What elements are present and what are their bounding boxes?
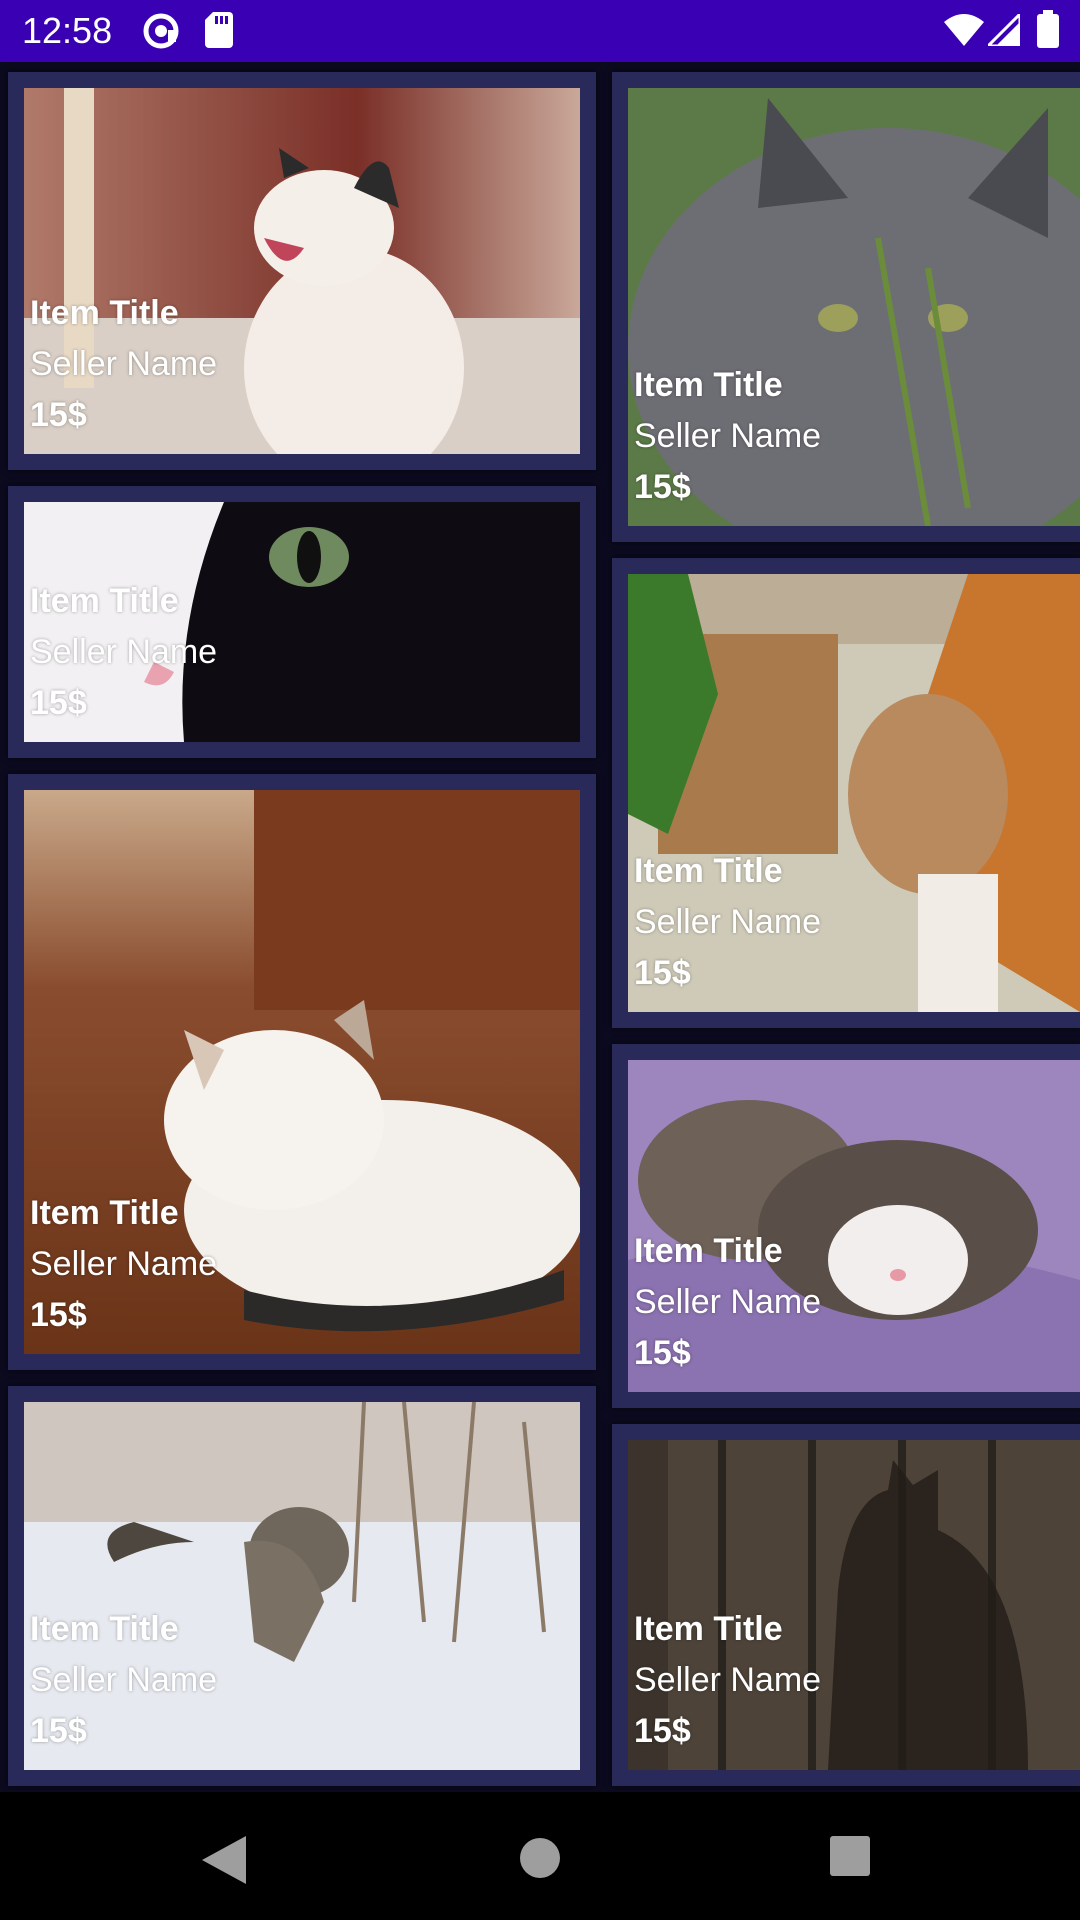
navigation-bar: [0, 1792, 1080, 1920]
item-price: 15$: [634, 468, 691, 506]
home-icon[interactable]: [520, 1838, 560, 1883]
item-seller: Seller Name: [634, 1283, 822, 1321]
item-price: 15$: [634, 1334, 691, 1372]
item-seller: Seller Name: [634, 903, 822, 941]
item-title: Item Title: [30, 1610, 179, 1648]
item-seller: Seller Name: [30, 345, 218, 383]
item-price: 15$: [30, 684, 87, 722]
items-grid[interactable]: Item Title Seller Name 15$ Item Title Se…: [0, 62, 1080, 1792]
item-title: Item Title: [30, 1194, 179, 1232]
item-card[interactable]: Item Title Seller Name 15$: [8, 1386, 596, 1786]
item-title: Item Title: [634, 1232, 783, 1270]
status-time: 12:58: [22, 10, 113, 51]
item-price: 15$: [634, 954, 691, 992]
item-seller: Seller Name: [634, 417, 822, 455]
item-title: Item Title: [634, 1610, 783, 1648]
item-price: 15$: [30, 1296, 87, 1334]
back-icon[interactable]: [202, 1836, 246, 1889]
battery-icon: [1037, 10, 1059, 53]
wifi-icon: [944, 14, 984, 51]
item-card[interactable]: Item Title Seller Name 15$: [612, 1424, 1080, 1786]
item-card[interactable]: Item Title Seller Name 15$: [612, 1044, 1080, 1408]
item-seller: Seller Name: [30, 1245, 218, 1283]
cell-signal-icon: [984, 10, 1022, 51]
item-card[interactable]: Item Title Seller Name 15$: [8, 72, 596, 470]
item-card[interactable]: Item Title Seller Name 15$: [612, 72, 1080, 542]
item-price: 15$: [30, 396, 87, 434]
recents-icon[interactable]: [830, 1836, 870, 1881]
at-sign-icon: [142, 12, 180, 55]
item-seller: Seller Name: [30, 633, 218, 671]
item-card[interactable]: Item Title Seller Name 15$: [8, 486, 596, 758]
item-title: Item Title: [30, 294, 179, 332]
item-card[interactable]: Item Title Seller Name 15$: [8, 774, 596, 1370]
item-title: Item Title: [634, 852, 783, 890]
item-title: Item Title: [634, 366, 783, 404]
item-seller: Seller Name: [634, 1661, 822, 1699]
item-price: 15$: [30, 1712, 87, 1750]
item-card[interactable]: Item Title Seller Name 15$: [612, 558, 1080, 1028]
item-price: 15$: [634, 1712, 691, 1750]
item-title: Item Title: [30, 582, 179, 620]
item-seller: Seller Name: [30, 1661, 218, 1699]
status-bar: 12:58: [0, 0, 1080, 62]
sd-card-icon: [205, 12, 233, 53]
